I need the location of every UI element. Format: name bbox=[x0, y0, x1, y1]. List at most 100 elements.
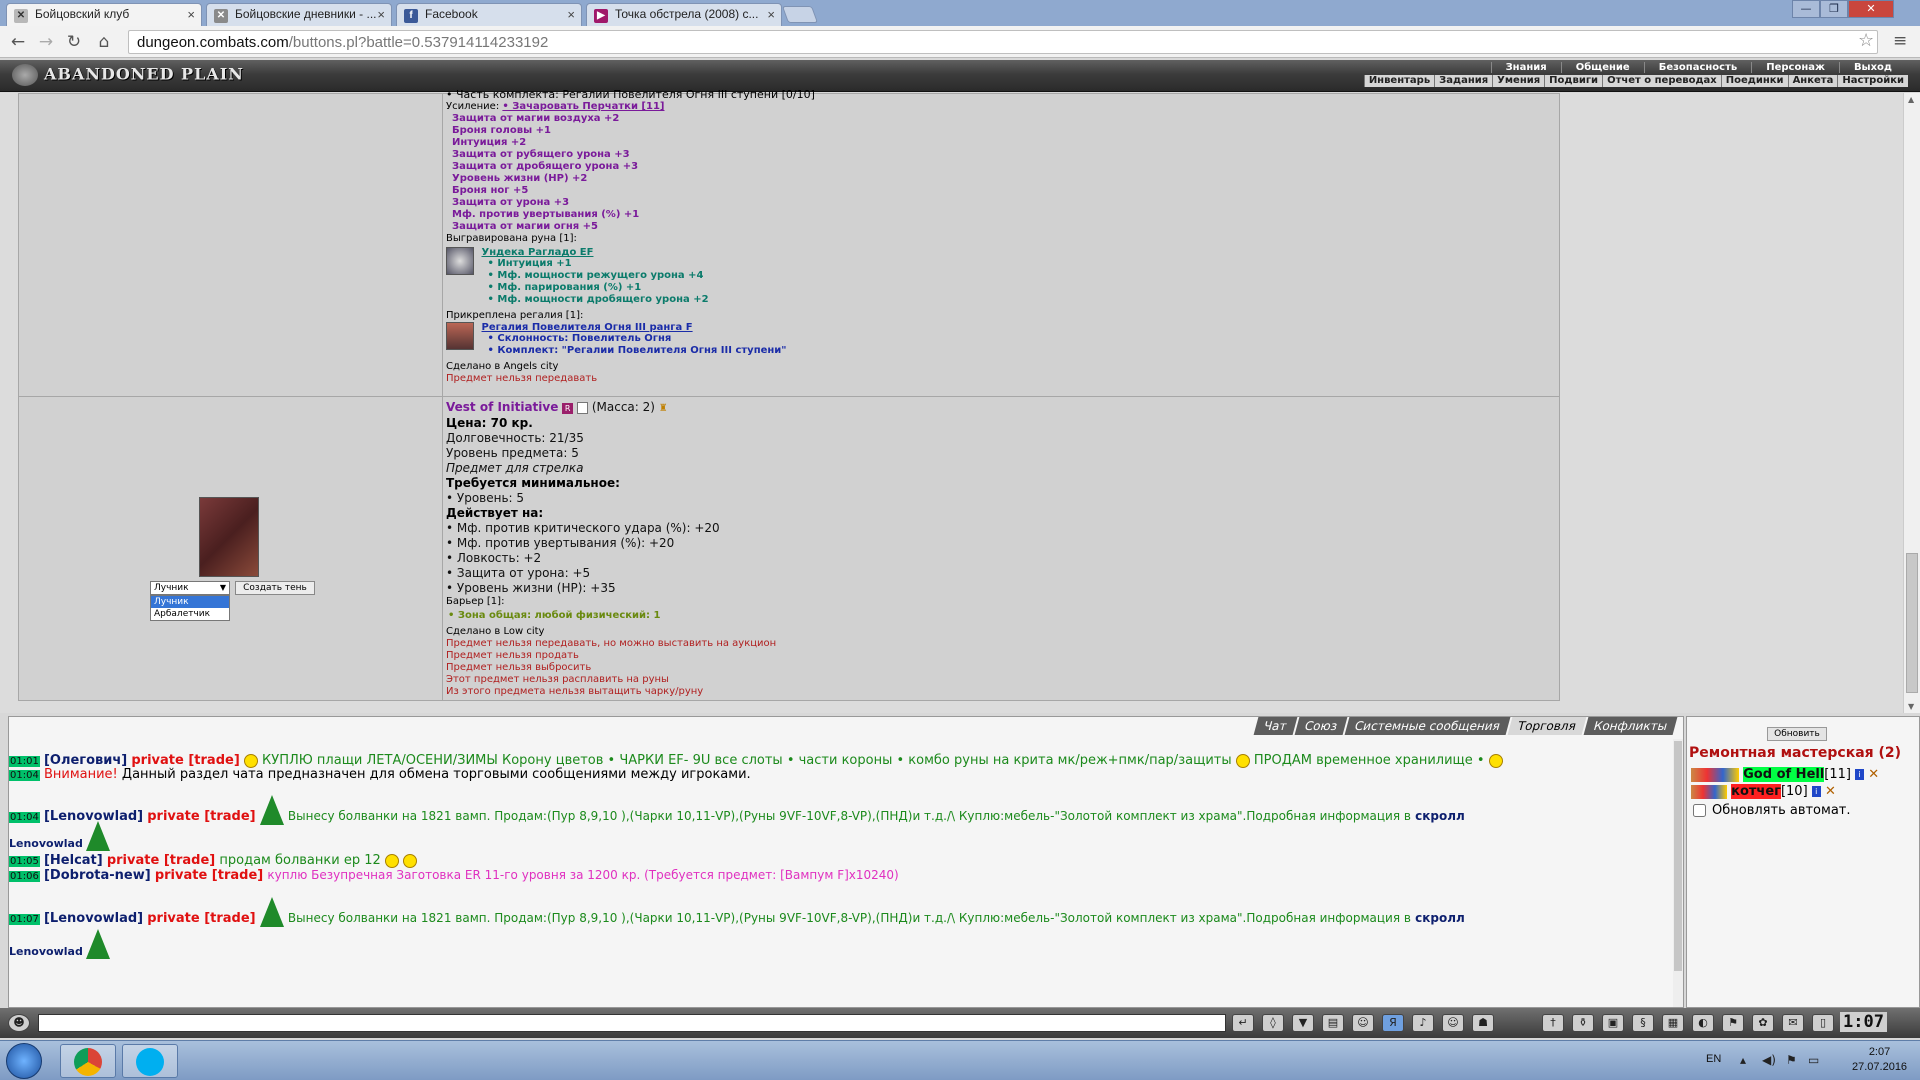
close-icon[interactable]: × bbox=[187, 7, 195, 22]
windows-start-icon[interactable] bbox=[6, 1043, 42, 1079]
upgrade-link[interactable]: • Зачаровать Перчатки [11] bbox=[502, 101, 664, 112]
rune-image[interactable] bbox=[446, 247, 474, 275]
nickname[interactable]: [Helcat] bbox=[44, 853, 103, 868]
nickname[interactable]: [Lenovowlad] bbox=[44, 911, 143, 926]
hamburger-menu-icon[interactable]: ≡ bbox=[1893, 31, 1907, 51]
scroll-up-icon[interactable]: ▲ bbox=[1908, 95, 1914, 104]
minimize-button[interactable]: — bbox=[1792, 0, 1820, 18]
tab-diaries[interactable]: ✕ Бойцовские дневники - ... × bbox=[206, 3, 392, 26]
private-tag[interactable]: private [trade] bbox=[131, 753, 239, 768]
tab-chat[interactable]: Чат bbox=[1253, 717, 1298, 735]
tab-fightclub[interactable]: ✕ Бойцовский клуб × bbox=[6, 3, 202, 26]
window-close-button[interactable]: ✕ bbox=[1848, 0, 1894, 18]
bookmark-star-icon[interactable]: ☆ bbox=[1858, 30, 1874, 51]
system-clock[interactable]: 2:07 27.07.2016 bbox=[1852, 1045, 1907, 1075]
tray-expand-icon[interactable]: ▴ bbox=[1740, 1053, 1746, 1067]
forward-arrow-icon[interactable]: → bbox=[34, 31, 58, 53]
auto-refresh-checkbox[interactable] bbox=[1693, 804, 1706, 817]
rune-name-link[interactable]: Ундека Рагладо EF bbox=[482, 247, 709, 258]
refresh-button[interactable]: Обновить bbox=[1767, 727, 1827, 741]
menu-knowledge[interactable]: Знания bbox=[1490, 62, 1561, 73]
chest-icon[interactable]: ▣ bbox=[1602, 1014, 1624, 1032]
chat-scroll-thumb[interactable] bbox=[1674, 741, 1682, 971]
content-scrollbar[interactable]: ▲ ▼ bbox=[1903, 93, 1920, 713]
scroll-link[interactable]: скролл bbox=[1415, 911, 1465, 925]
scroll-thumb[interactable] bbox=[1906, 553, 1918, 693]
signature-nick[interactable]: Lenovowlad bbox=[9, 837, 83, 850]
nickname[interactable]: [Dobrota-new] bbox=[44, 868, 151, 883]
submenu-profile[interactable]: Анкета bbox=[1787, 75, 1838, 87]
class-select[interactable]: Лучник ▼ bbox=[150, 581, 230, 595]
close-icon[interactable]: × bbox=[767, 7, 775, 22]
save-log-icon[interactable]: ▤ bbox=[1322, 1014, 1344, 1032]
reload-icon[interactable]: ↻ bbox=[62, 31, 86, 53]
users-icon[interactable]: ☺ bbox=[1352, 1014, 1374, 1032]
timestamp[interactable]: 01:07 bbox=[9, 914, 40, 925]
private-tag[interactable]: private [trade] bbox=[147, 911, 255, 926]
skype-taskbar-button[interactable] bbox=[122, 1044, 178, 1078]
timestamp[interactable]: 01:04 bbox=[9, 770, 40, 781]
smiles-icon[interactable]: ☺ bbox=[1442, 1014, 1464, 1032]
tab-conflicts[interactable]: Конфликты bbox=[1583, 717, 1678, 735]
close-icon[interactable]: × bbox=[377, 7, 385, 22]
attack-x-icon[interactable]: ✕ bbox=[1868, 767, 1879, 782]
scroll-down-icon[interactable]: ▼ bbox=[1908, 702, 1914, 711]
chat-scrollbar[interactable] bbox=[1673, 739, 1683, 1007]
regalia-name-link[interactable]: Регалия Повелителя Огня III ранга F bbox=[482, 322, 787, 333]
sword-icon[interactable]: † bbox=[1542, 1014, 1564, 1032]
document-icon[interactable] bbox=[577, 401, 589, 414]
player-name[interactable]: котчег bbox=[1731, 784, 1781, 799]
send-icon[interactable]: ↵ bbox=[1232, 1014, 1254, 1032]
private-tag[interactable]: private [trade] bbox=[107, 853, 215, 868]
submenu-settings[interactable]: Настройки bbox=[1837, 75, 1908, 87]
regalia-image[interactable] bbox=[446, 322, 474, 350]
tab-movie[interactable]: ▶ Точка обстрела (2008) с... × bbox=[586, 3, 782, 26]
tab-clan[interactable]: Союз bbox=[1294, 717, 1348, 735]
create-shadow-button[interactable]: Создать тень bbox=[235, 581, 315, 595]
private-tag[interactable]: private [trade] bbox=[147, 809, 255, 824]
menu-social[interactable]: Общение bbox=[1560, 62, 1644, 73]
sound-icon[interactable]: ♪ bbox=[1412, 1014, 1434, 1032]
translit-icon[interactable]: Я bbox=[1382, 1014, 1404, 1032]
menu-exit[interactable]: Выход bbox=[1838, 62, 1906, 73]
timestamp[interactable]: 01:01 bbox=[9, 756, 40, 767]
vest-image[interactable] bbox=[199, 497, 259, 577]
private-tag[interactable]: private [trade] bbox=[155, 868, 263, 883]
shield-icon[interactable]: ◐ bbox=[1692, 1014, 1714, 1032]
signature-nick[interactable]: Lenovowlad bbox=[9, 945, 83, 958]
language-indicator[interactable]: EN bbox=[1706, 1053, 1721, 1065]
address-bar[interactable]: dungeon.combats.com/buttons.pl?battle=0.… bbox=[128, 30, 1878, 54]
option-crossbowman[interactable]: Арбалетчик bbox=[151, 608, 229, 620]
info-icon[interactable]: i bbox=[1811, 786, 1821, 797]
chrome-taskbar-button[interactable] bbox=[60, 1044, 116, 1078]
exit-door-icon[interactable]: ▯ bbox=[1812, 1014, 1834, 1032]
scroll-link[interactable]: скролл bbox=[1415, 809, 1465, 823]
volume-icon[interactable]: ◀) bbox=[1762, 1053, 1776, 1067]
flag-icon[interactable]: ⚑ bbox=[1722, 1014, 1744, 1032]
map-icon[interactable]: ▦ bbox=[1662, 1014, 1684, 1032]
back-arrow-icon[interactable]: ← bbox=[6, 31, 30, 53]
item-name-link[interactable]: Vest of Initiative bbox=[446, 400, 558, 414]
timestamp[interactable]: 01:06 bbox=[9, 871, 40, 882]
network-icon[interactable]: ▭ bbox=[1808, 1053, 1819, 1067]
filter-icon[interactable]: ▼ bbox=[1292, 1014, 1314, 1032]
option-archer[interactable]: Лучник bbox=[151, 596, 229, 608]
scroll-icon[interactable]: § bbox=[1632, 1014, 1654, 1032]
potion-icon[interactable]: ⚱ bbox=[1572, 1014, 1594, 1032]
tab-system[interactable]: Системные сообщения bbox=[1344, 717, 1511, 735]
restore-button[interactable]: ❐ bbox=[1820, 0, 1848, 18]
timestamp[interactable]: 01:05 bbox=[9, 856, 40, 867]
nickname[interactable]: [Олегович] bbox=[44, 753, 127, 768]
mail-icon[interactable]: ✉ bbox=[1782, 1014, 1804, 1032]
info-icon[interactable]: i bbox=[1855, 769, 1865, 780]
menu-security[interactable]: Безопасность bbox=[1643, 62, 1752, 73]
attack-x-icon[interactable]: ✕ bbox=[1825, 784, 1836, 799]
chat-mode-icon[interactable]: ☻ bbox=[8, 1014, 30, 1032]
paw-icon[interactable]: ✿ bbox=[1752, 1014, 1774, 1032]
eraser-icon[interactable]: ◊ bbox=[1262, 1014, 1284, 1032]
flag-tray-icon[interactable]: ⚑ bbox=[1786, 1053, 1797, 1067]
menu-character[interactable]: Персонаж bbox=[1751, 62, 1839, 73]
tab-facebook[interactable]: f Facebook × bbox=[396, 3, 582, 26]
tab-trade[interactable]: Торговля bbox=[1507, 717, 1587, 735]
home-icon[interactable]: ⌂ bbox=[92, 31, 116, 53]
